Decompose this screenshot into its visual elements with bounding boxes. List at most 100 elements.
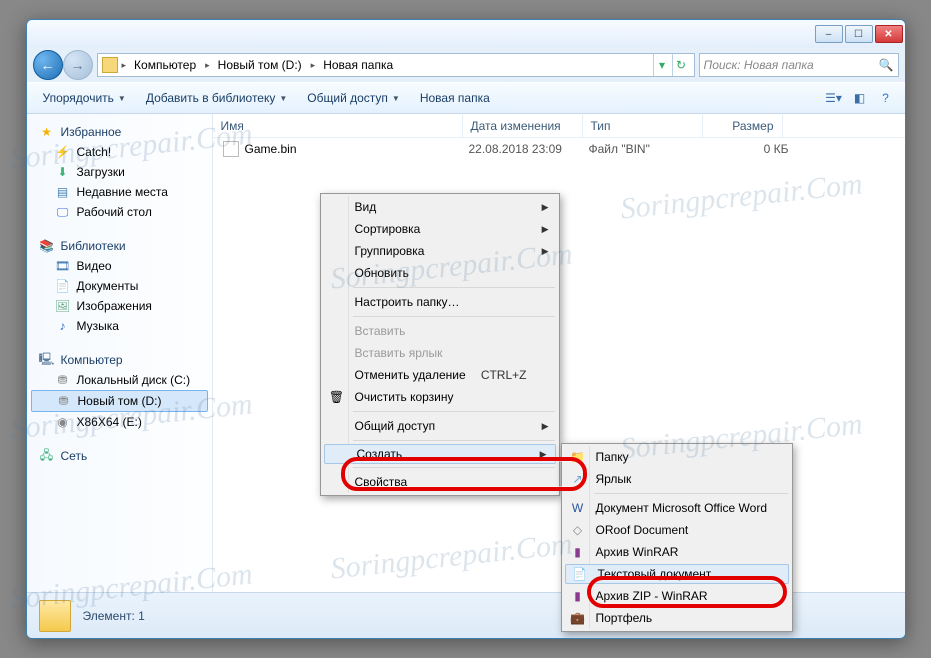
sidebar-item-videos[interactable]: 🎞Видео (27, 256, 212, 276)
refresh-icon[interactable]: ↻ (672, 54, 690, 76)
chevron-down-icon: ▼ (279, 94, 287, 103)
titlebar: – ☐ ✕ (27, 20, 905, 48)
breadcrumb-dropdown[interactable]: ▾ (653, 54, 671, 76)
ctx-undo-delete[interactable]: Отменить удалениеCTRL+Z (323, 364, 557, 386)
disk-icon: ⛃ (56, 393, 72, 409)
ctx-view[interactable]: Вид▶ (323, 196, 557, 218)
chevron-right-icon: ▶ (542, 202, 549, 213)
sidebar-libraries-header[interactable]: 📚Библиотеки (27, 236, 212, 256)
nav-row: ← → ▸ Компьютер ▸ Новый том (D:) ▸ Новая… (27, 48, 905, 82)
share-button[interactable]: Общий доступ▼ (299, 87, 408, 109)
new-folder-button[interactable]: Новая папка (412, 87, 498, 109)
sidebar-network-header[interactable]: 🖧Сеть (27, 446, 212, 466)
help-button[interactable]: ? (875, 87, 897, 109)
preview-pane-button[interactable]: ◧ (849, 87, 871, 109)
crumb-computer[interactable]: Компьютер (130, 58, 201, 72)
file-row[interactable]: Game.bin 22.08.2018 23:09 Файл "BIN" 0 К… (213, 138, 905, 160)
briefcase-icon: 💼 (570, 610, 586, 626)
libraries-icon: 📚 (39, 238, 55, 254)
sidebar-item-recent[interactable]: ▤Недавние места (27, 182, 212, 202)
ctx-create-oroof[interactable]: ◇ORoof Document (564, 519, 790, 541)
col-size[interactable]: Размер (703, 115, 783, 137)
add-to-library-button[interactable]: Добавить в библиотеку▼ (138, 87, 295, 109)
column-headers: Имя Дата изменения Тип Размер (213, 114, 905, 138)
zip-icon: ▮ (570, 588, 586, 604)
sidebar-item-desktop[interactable]: 🖵Рабочий стол (27, 202, 212, 222)
sidebar-item-disk-e[interactable]: ◉X86X64 (E:) (27, 412, 212, 432)
music-icon: ♪ (55, 318, 71, 334)
network-icon: 🖧 (39, 448, 55, 464)
forward-button[interactable]: → (63, 50, 93, 80)
sidebar-computer-header[interactable]: 🖳Компьютер (27, 350, 212, 370)
chevron-right-icon: ▶ (542, 224, 549, 235)
chevron-down-icon: ▼ (118, 94, 126, 103)
ctx-refresh[interactable]: Обновить (323, 262, 557, 284)
ctx-create[interactable]: Создать▶ (324, 444, 556, 464)
maximize-button[interactable]: ☐ (845, 25, 873, 43)
col-date[interactable]: Дата изменения (463, 115, 583, 137)
sidebar-item-documents[interactable]: 📄Документы (27, 276, 212, 296)
toolbar: Упорядочить▼ Добавить в библиотеку▼ Общи… (27, 82, 905, 114)
explorer-window: – ☐ ✕ ← → ▸ Компьютер ▸ Новый том (D:) ▸… (26, 19, 906, 639)
ctx-paste-shortcut: Вставить ярлык (323, 342, 557, 364)
recycle-bin-icon: 🗑 (329, 389, 345, 405)
file-type: Файл "BIN" (589, 142, 709, 156)
video-icon: 🎞 (55, 258, 71, 274)
minimize-button[interactable]: – (815, 25, 843, 43)
sidebar-favorites-header[interactable]: ★Избранное (27, 122, 212, 142)
computer-icon: 🖳 (39, 352, 55, 368)
shortcut-label: CTRL+Z (481, 368, 527, 382)
context-menu: Вид▶ Сортировка▶ Группировка▶ Обновить Н… (320, 193, 560, 496)
disc-icon: ◉ (55, 414, 71, 430)
view-options-button[interactable]: ☰▾ (823, 87, 845, 109)
sidebar-item-music[interactable]: ♪Музыка (27, 316, 212, 336)
ctx-properties[interactable]: Свойства (323, 471, 557, 493)
ctx-customize-folder[interactable]: Настроить папку… (323, 291, 557, 313)
sidebar-item-disk-d[interactable]: ⛃Новый том (D:) (31, 390, 208, 412)
shortcut-icon: ↗ (570, 471, 586, 487)
ctx-share-access[interactable]: Общий доступ▶ (323, 415, 557, 437)
sidebar-item-disk-c[interactable]: ⛃Локальный диск (C:) (27, 370, 212, 390)
col-name[interactable]: Имя (213, 115, 463, 137)
downloads-icon: ⬇ (55, 164, 71, 180)
search-input[interactable]: Поиск: Новая папка 🔍 (699, 53, 899, 77)
folder-icon (102, 57, 118, 73)
ctx-create-shortcut[interactable]: ↗Ярлык (564, 468, 790, 490)
sidebar-item-downloads[interactable]: ⬇Загрузки (27, 162, 212, 182)
close-button[interactable]: ✕ (875, 25, 903, 43)
col-type[interactable]: Тип (583, 115, 703, 137)
ctx-group[interactable]: Группировка▶ (323, 240, 557, 262)
ctx-create-folder[interactable]: 📁Папку (564, 446, 790, 468)
crumb-drive[interactable]: Новый том (D:) (214, 58, 307, 72)
sidebar-item-catch[interactable]: ⚡Catch! (27, 142, 212, 162)
status-text: Элемент: 1 (83, 609, 145, 623)
ctx-empty-recycle-bin[interactable]: 🗑Очистить корзину (323, 386, 557, 408)
folder-icon: 📁 (570, 449, 586, 465)
rar-icon: ▮ (570, 544, 586, 560)
sidebar: ★Избранное ⚡Catch! ⬇Загрузки ▤Недавние м… (27, 114, 213, 592)
folder-icon (39, 600, 71, 632)
recent-icon: ▤ (55, 184, 71, 200)
ctx-create-rar[interactable]: ▮Архив WinRAR (564, 541, 790, 563)
file-icon (223, 141, 239, 157)
chevron-right-icon: ▸ (120, 60, 129, 71)
back-button[interactable]: ← (33, 50, 63, 80)
ctx-sort[interactable]: Сортировка▶ (323, 218, 557, 240)
chevron-down-icon: ▼ (392, 94, 400, 103)
file-date: 22.08.2018 23:09 (469, 142, 589, 156)
crumb-folder[interactable]: Новая папка (319, 58, 398, 72)
disk-icon: ⛃ (55, 372, 71, 388)
text-file-icon: 📄 (572, 566, 588, 582)
sidebar-item-pictures[interactable]: 🖼Изображения (27, 296, 212, 316)
star-icon: ★ (39, 124, 55, 140)
search-icon: 🔍 (879, 58, 894, 72)
ctx-create-briefcase[interactable]: 💼Портфель (564, 607, 790, 629)
organize-button[interactable]: Упорядочить▼ (35, 87, 134, 109)
context-submenu-create: 📁Папку ↗Ярлык WДокумент Microsoft Office… (561, 443, 793, 632)
ctx-create-word[interactable]: WДокумент Microsoft Office Word (564, 497, 790, 519)
ctx-create-text-document[interactable]: 📄Текстовый документ (565, 564, 789, 584)
chevron-right-icon: ▸ (309, 60, 318, 71)
ctx-create-zip[interactable]: ▮Архив ZIP - WinRAR (564, 585, 790, 607)
chevron-right-icon: ▶ (540, 449, 547, 460)
breadcrumb[interactable]: ▸ Компьютер ▸ Новый том (D:) ▸ Новая пап… (97, 53, 695, 77)
